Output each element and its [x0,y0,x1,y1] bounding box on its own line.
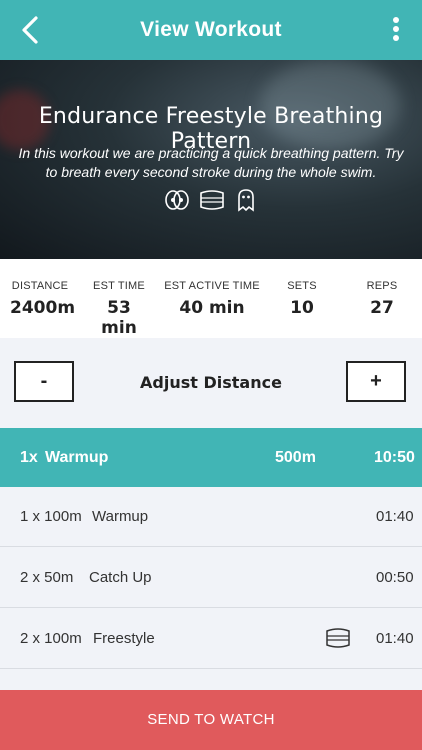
equipment-icons [0,188,422,212]
list-item[interactable]: 2 x 50m Catch Up 00:50 [0,548,422,608]
stat-distance: DISTANCE 2400m [10,280,76,318]
item-reps: 2 x 50m [20,569,74,586]
item-reps: 2 x 100m [20,630,82,647]
workout-stats: DISTANCE 2400m EST TIME 53 min EST ACTIV… [0,259,422,338]
workout-description: In this workout we are practicing a quic… [18,145,404,180]
set-time: 10:50 [374,449,415,466]
stat-est-active-time: EST ACTIVE TIME 40 min [164,280,260,318]
item-reps: 1 x 100m [20,508,82,525]
item-time: 01:40 [376,630,414,647]
set-name: Warmup [45,449,109,466]
list-item[interactable]: 2 x 100m Freestyle 01:40 [0,609,422,669]
set-reps: 1x [20,449,38,466]
stat-est-time: EST TIME 53 min [93,280,145,338]
top-bar: View Workout [0,0,422,60]
item-time: 00:50 [376,569,414,586]
set-distance: 500m [275,449,316,466]
stat-reps: REPS 27 [366,280,398,318]
set-header[interactable]: 1x Warmup 500m 10:50 [0,428,422,487]
item-name: Warmup [92,508,149,525]
adjust-distance-bar: - Adjust Distance + [0,338,422,428]
stat-sets: SETS 10 [287,280,317,318]
pull-buoy-icon [238,189,255,212]
paddles-icon [164,190,189,210]
list-item[interactable]: 1 x 100m Warmup 01:40 [0,487,422,547]
increase-distance-button[interactable]: + [346,361,406,402]
page-title: View Workout [140,18,282,41]
item-name: Catch Up [89,569,152,586]
item-name: Freestyle [93,630,155,647]
workout-hero: Endurance Freestyle Breathing Pattern In… [0,60,422,259]
kickboard-icon [326,628,350,648]
kickboard-icon [200,190,224,210]
item-time: 01:40 [376,508,414,525]
send-to-watch-button[interactable]: SEND TO WATCH [0,690,422,750]
more-vertical-icon[interactable] [390,16,402,44]
